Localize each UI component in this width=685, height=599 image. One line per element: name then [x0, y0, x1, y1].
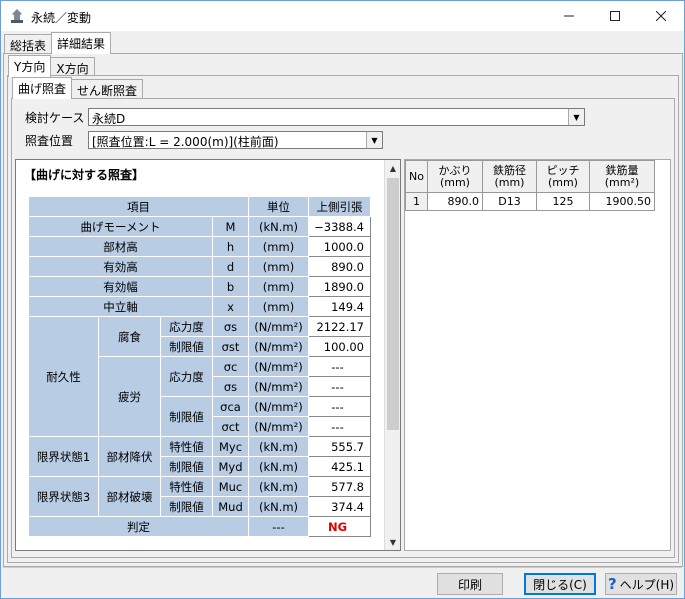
chevron-down-icon[interactable]: ▼ — [366, 132, 382, 148]
limit-state-3-label: 限界状態3 — [28, 476, 99, 517]
tab-x-direction[interactable]: X方向 — [50, 57, 95, 77]
rebar-table: No かぶり (mm) 鉄筋径 (mm) ピッチ (mm) 鉄筋量 (mm²) 1 89… — [405, 160, 655, 211]
close-icon[interactable] — [638, 1, 684, 31]
table-row: 曲げモーメント M (kN.m) −3388.4 — [28, 216, 371, 237]
table-row: 有効幅 b (mm) 1890.0 — [28, 276, 371, 297]
header-unit: 単位 — [248, 196, 309, 217]
tab-y-direction[interactable]: Y方向 — [8, 55, 52, 77]
divider — [3, 567, 682, 568]
table-row: 中立軸 x (mm) 149.4 — [28, 296, 371, 317]
help-label: ヘルプ(H) — [619, 577, 675, 592]
chevron-down-icon[interactable]: ▼ — [568, 109, 584, 125]
durability-label: 耐久性 — [28, 316, 99, 437]
table-row: 部材高 h (mm) 1000.0 — [28, 236, 371, 257]
window: 永続／変動 総括表 詳細結果 Y方向 X方向 曲げ照査 せん断照査 検討ケース … — [0, 0, 685, 599]
top-tabs: 総括表 詳細結果 — [4, 32, 112, 54]
check-tabs: 曲げ照査 せん断照査 — [12, 77, 144, 99]
maximize-icon[interactable] — [592, 1, 638, 31]
window-title: 永続／変動 — [31, 11, 92, 25]
tab-shear[interactable]: せん断照査 — [71, 79, 144, 99]
case-label: 検討ケース — [25, 111, 85, 125]
col-diameter: 鉄筋径 (mm) — [481, 160, 537, 193]
tab-bending[interactable]: 曲げ照査 — [12, 77, 73, 99]
help-icon: ? — [607, 575, 617, 593]
result-heading: 【曲げに対する照査】 — [24, 168, 145, 182]
judgment-value: NG — [308, 516, 371, 537]
help-button[interactable]: ? ヘルプ(H) — [605, 573, 677, 595]
scroll-down-icon[interactable]: ▼ — [385, 534, 401, 550]
title-bar: 永続／変動 — [1, 1, 684, 31]
print-button[interactable]: 印刷 — [437, 573, 503, 595]
minimize-icon[interactable] — [546, 1, 592, 31]
col-pitch: ピッチ (mm) — [535, 160, 590, 193]
limit-state-1-label: 限界状態1 — [28, 436, 99, 477]
col-amount: 鉄筋量 (mm²) — [588, 160, 655, 193]
fatigue-label: 疲労 — [98, 356, 161, 437]
corrosion-label: 腐食 — [98, 316, 161, 357]
scroll-up-icon[interactable]: ▲ — [385, 160, 401, 176]
case-value: 永続D — [92, 112, 126, 126]
col-cover: かぶり (mm) — [426, 160, 483, 193]
table-row[interactable]: 1 890.0 D13 125 1900.50 — [405, 192, 655, 211]
table-row: 耐久性 腐食 応力度 σs (N/mm²) 2122.17 — [28, 316, 371, 437]
table-row: 判定 --- NG — [28, 516, 371, 537]
col-no: No — [405, 160, 428, 193]
result-panel: 【曲げに対する照査】 項目 単位 上側引張 曲げモーメント M (kN.m) −… — [15, 159, 401, 551]
header-value: 上側引張 — [308, 196, 371, 217]
position-label: 照査位置 — [25, 134, 74, 148]
scroll-thumb[interactable] — [387, 178, 399, 430]
table-row: 限界状態1 部材降伏 特性値 Myc (kN.m) 555.7 — [28, 436, 371, 477]
rebar-panel: No かぶり (mm) 鉄筋径 (mm) ピッチ (mm) 鉄筋量 (mm²) 1 89… — [404, 159, 671, 551]
result-scrollbar[interactable]: ▲ ▼ — [384, 160, 400, 550]
result-table: 項目 単位 上側引張 曲げモーメント M (kN.m) −3388.4 部材高 … — [28, 196, 371, 537]
tab-summary[interactable]: 総括表 — [4, 34, 53, 54]
position-select[interactable]: [照査位置:L = 2.000(m)](柱前面) ▼ — [88, 131, 383, 149]
judgment-label: 判定 — [28, 516, 249, 537]
close-button[interactable]: 閉じる(C) — [524, 573, 596, 595]
header-item: 項目 — [28, 196, 249, 217]
case-select[interactable]: 永続D ▼ — [88, 108, 585, 126]
table-row: 有効高 d (mm) 890.0 — [28, 256, 371, 277]
direction-tabs: Y方向 X方向 — [8, 55, 95, 77]
table-row: 限界状態3 部材破壊 特性値 Muc (kN.m) 577.8 — [28, 476, 371, 517]
app-icon — [11, 9, 23, 23]
position-value: [照査位置:L = 2.000(m)](柱前面) — [92, 135, 279, 149]
tab-detail[interactable]: 詳細結果 — [51, 32, 112, 54]
